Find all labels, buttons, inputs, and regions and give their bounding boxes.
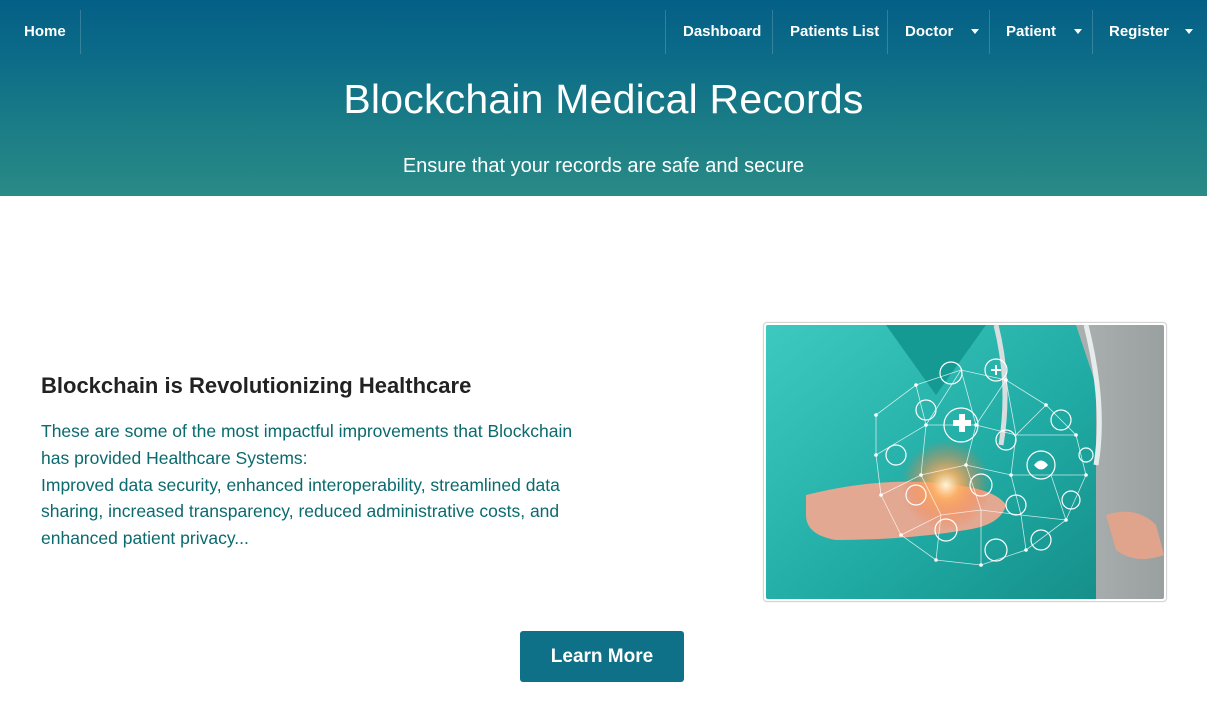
caret-down-icon (1185, 28, 1194, 34)
nav-doctor-label: Doctor (905, 22, 954, 40)
nav-register-dropdown[interactable]: Register (1109, 0, 1194, 62)
learn-more-button[interactable]: Learn More (520, 631, 684, 682)
nav-patients-list-link[interactable]: Patients List (790, 0, 879, 62)
nav-doctor-dropdown[interactable]: Doctor (905, 0, 980, 62)
hero-title: Blockchain Medical Records (343, 76, 864, 122)
caret-down-icon (971, 28, 980, 34)
top-navbar: Home Dashboard Patients List Doctor Pati… (0, 0, 1207, 62)
section-description: These are some of the most impactful imp… (41, 418, 601, 552)
nav-divider (989, 10, 990, 54)
nav-divider (665, 10, 666, 54)
nav-patient-dropdown[interactable]: Patient (1006, 0, 1083, 62)
nav-patient-label: Patient (1006, 22, 1057, 40)
nav-dashboard-link[interactable]: Dashboard (683, 0, 761, 62)
nav-home-link[interactable]: Home (24, 0, 66, 62)
caret-down-icon (1074, 28, 1083, 34)
page: Home Dashboard Patients List Doctor Pati… (0, 0, 1207, 714)
doctor-network-illustration (766, 325, 1164, 599)
nav-register-label: Register (1109, 22, 1170, 40)
feature-image (763, 322, 1167, 602)
section-paragraph-intro: These are some of the most impactful imp… (41, 421, 573, 468)
nav-divider (1092, 10, 1093, 54)
section-paragraph-benefits: Improved data security, enhanced interop… (41, 474, 560, 549)
nav-divider (887, 10, 888, 54)
nav-divider (772, 10, 773, 54)
section-heading: Blockchain is Revolutionizing Healthcare (41, 373, 472, 398)
hero-subtitle: Ensure that your records are safe and se… (402, 155, 805, 177)
nav-divider (80, 10, 81, 54)
hero-header: Home Dashboard Patients List Doctor Pati… (0, 0, 1207, 196)
